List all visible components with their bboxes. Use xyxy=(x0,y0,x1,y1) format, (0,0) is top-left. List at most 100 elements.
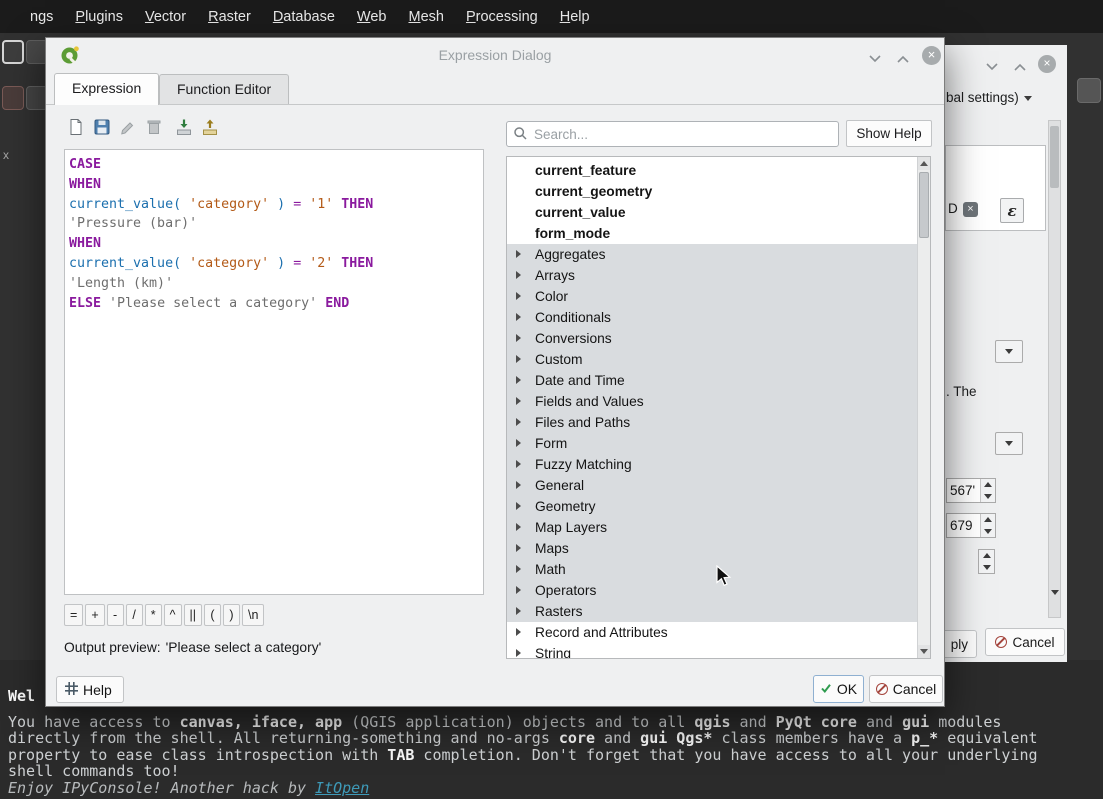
menu-item-database[interactable]: Database xyxy=(262,9,346,25)
output-preview-label: Output preview: xyxy=(64,640,161,655)
function-group-map-layers[interactable]: Map Layers xyxy=(507,517,917,538)
help-button[interactable]: Help xyxy=(56,676,124,703)
operator-button-concat[interactable]: || xyxy=(184,604,203,626)
window-maximize-icon[interactable] xyxy=(896,51,910,61)
toolbar-icon[interactable] xyxy=(2,86,24,110)
tab-function-editor[interactable]: Function Editor xyxy=(159,74,289,104)
function-group-custom[interactable]: Custom xyxy=(507,349,917,370)
function-item-current-geometry[interactable]: current_geometry xyxy=(507,181,917,202)
scroll-down-icon[interactable] xyxy=(918,645,930,658)
menu-item-raster[interactable]: Raster xyxy=(197,9,262,25)
function-group-label: Geometry xyxy=(535,499,596,514)
scroll-down-icon[interactable] xyxy=(1051,595,1059,613)
operator-button-minus[interactable]: - xyxy=(107,604,124,626)
operator-button-plus[interactable]: + xyxy=(85,604,104,626)
function-group-form[interactable]: Form xyxy=(507,433,917,454)
operator-button-multiply[interactable]: * xyxy=(145,604,162,626)
operator-button-newline[interactable]: \n xyxy=(242,604,264,626)
spinbox-arrows[interactable] xyxy=(979,550,994,573)
operator-button-equals[interactable]: = xyxy=(64,604,83,626)
combobox-arrow[interactable] xyxy=(995,340,1023,363)
qgis-application-window: x Wel You have access to canvas, iface, … xyxy=(0,0,1103,799)
background-cancel-button[interactable]: Cancel xyxy=(985,628,1065,656)
spinbox-arrows[interactable] xyxy=(980,514,995,537)
operator-button-close-paren[interactable]: ) xyxy=(223,604,240,626)
function-group-operators[interactable]: Operators xyxy=(507,580,917,601)
cancel-button[interactable]: Cancel xyxy=(869,675,943,703)
settings-dropdown-label: bal settings) xyxy=(946,90,1019,105)
function-group-string[interactable]: String xyxy=(507,643,917,659)
output-preview: Output preview:'Please select a category… xyxy=(64,640,321,655)
function-group-math[interactable]: Math xyxy=(507,559,917,580)
tab-expression[interactable]: Expression xyxy=(54,73,159,105)
spinbox-2[interactable]: 679 xyxy=(946,513,996,538)
function-group-conversions[interactable]: Conversions xyxy=(507,328,917,349)
settings-dropdown-fragment[interactable]: bal settings) xyxy=(946,90,1032,105)
function-group-arrays[interactable]: Arrays xyxy=(507,265,917,286)
delete-expression-button[interactable] xyxy=(142,116,166,140)
function-group-label: Fields and Values xyxy=(535,394,644,409)
scrollbar-handle[interactable] xyxy=(919,172,929,238)
pan-tool-icon[interactable] xyxy=(2,40,24,64)
function-group-aggregates[interactable]: Aggregates xyxy=(507,244,917,265)
close-icon[interactable]: × xyxy=(1038,55,1056,73)
function-list-scrollbar[interactable] xyxy=(917,157,930,658)
function-group-geometry[interactable]: Geometry xyxy=(507,496,917,517)
window-close-icon[interactable]: × xyxy=(922,46,941,65)
spinbox-arrows[interactable] xyxy=(980,479,995,502)
menu-item-web[interactable]: Web xyxy=(346,9,398,25)
search-input[interactable] xyxy=(506,121,839,147)
import-expression-button[interactable] xyxy=(172,116,196,140)
scroll-up-icon[interactable] xyxy=(918,157,930,170)
function-group-general[interactable]: General xyxy=(507,475,917,496)
expression-dialog: Expression Dialog × Expression Function … xyxy=(45,37,945,707)
function-group-files-and-paths[interactable]: Files and Paths xyxy=(507,412,917,433)
function-item-current-feature[interactable]: current_feature xyxy=(507,160,917,181)
expression-editor[interactable]: CASEWHENcurrent_value( 'category' ) = '1… xyxy=(64,149,484,595)
menu-item-help[interactable]: Help xyxy=(549,9,601,25)
function-group-label: Conversions xyxy=(535,331,612,346)
spinbox-1[interactable]: 567' xyxy=(946,478,996,503)
chevron-down-icon[interactable] xyxy=(985,59,1001,71)
combobox-arrow[interactable] xyxy=(995,432,1023,455)
menu-item-vector[interactable]: Vector xyxy=(134,9,197,25)
function-group-fuzzy-matching[interactable]: Fuzzy Matching xyxy=(507,454,917,475)
operator-button-power[interactable]: ^ xyxy=(164,604,182,626)
clear-value-icon[interactable]: × xyxy=(963,202,978,217)
ok-button[interactable]: OK xyxy=(813,675,864,703)
function-item-current-value[interactable]: current_value xyxy=(507,202,917,223)
spinbox-3[interactable] xyxy=(978,549,995,574)
function-group-maps[interactable]: Maps xyxy=(507,538,917,559)
save-expression-button[interactable] xyxy=(90,116,114,140)
function-group-label: Color xyxy=(535,289,568,304)
operator-button-open-paren[interactable]: ( xyxy=(204,604,221,626)
menu-item-ngs[interactable]: ngs xyxy=(19,9,64,25)
scrollbar-handle[interactable] xyxy=(1050,126,1059,188)
dock-close-icon[interactable]: x xyxy=(3,148,9,162)
menu-item-processing[interactable]: Processing xyxy=(455,9,549,25)
processing-tool-icon[interactable] xyxy=(1077,78,1101,103)
operator-button-divide[interactable]: / xyxy=(126,604,143,626)
function-item-form-mode[interactable]: form_mode xyxy=(507,223,917,244)
function-group-conditionals[interactable]: Conditionals xyxy=(507,307,917,328)
function-group-date-and-time[interactable]: Date and Time xyxy=(507,370,917,391)
expand-arrow-icon xyxy=(516,544,521,552)
export-expression-button[interactable] xyxy=(198,116,222,140)
window-minimize-icon[interactable] xyxy=(868,51,882,61)
show-help-button[interactable]: Show Help xyxy=(846,120,932,147)
function-group-record-and-attributes[interactable]: Record and Attributes xyxy=(507,622,917,643)
field-label-fragment: D xyxy=(948,201,958,216)
function-group-color[interactable]: Color xyxy=(507,286,917,307)
expression-builder-button[interactable]: ε xyxy=(1000,198,1024,223)
new-expression-button[interactable] xyxy=(64,116,88,140)
function-group-fields-and-values[interactable]: Fields and Values xyxy=(507,391,917,412)
expand-arrow-icon xyxy=(516,355,521,363)
menu-item-mesh[interactable]: Mesh xyxy=(397,9,454,25)
edit-expression-button[interactable] xyxy=(116,116,140,140)
chevron-up-icon[interactable] xyxy=(1013,59,1029,71)
function-group-rasters[interactable]: Rasters xyxy=(507,601,917,622)
expression-code: CASEWHENcurrent_value( 'category' ) = '1… xyxy=(65,150,483,318)
scrollbar[interactable] xyxy=(1048,120,1061,618)
menu-item-plugins[interactable]: Plugins xyxy=(64,9,134,25)
console-line: shell commands too! xyxy=(8,763,1038,779)
